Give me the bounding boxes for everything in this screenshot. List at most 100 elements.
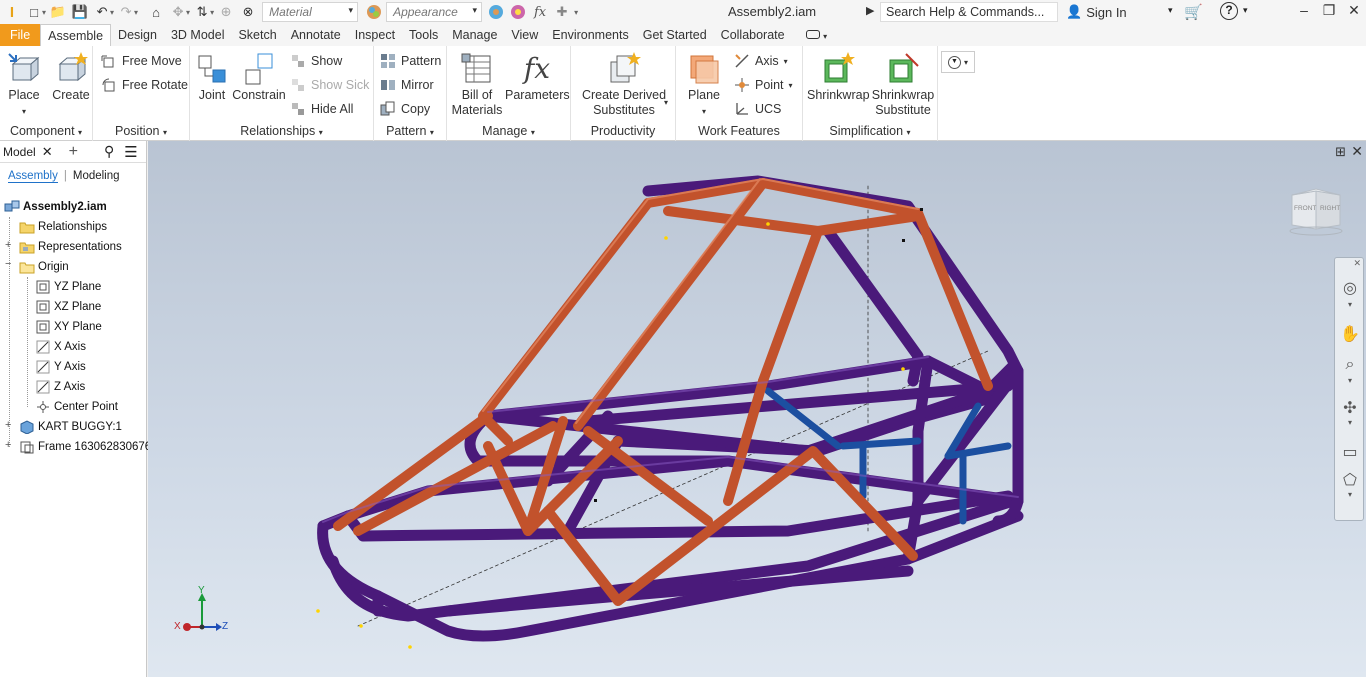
- panel-title-component[interactable]: Component ▾: [0, 124, 92, 138]
- restore-icon[interactable]: ❐: [1317, 2, 1341, 22]
- adjust-appearance-icon[interactable]: [508, 2, 528, 22]
- expand-plus-icon[interactable]: +: [5, 439, 15, 451]
- measure-icon[interactable]: ⊕: [216, 2, 236, 22]
- subtab-modeling[interactable]: Modeling: [73, 170, 120, 182]
- tree-item-x-axis[interactable]: X Axis: [35, 337, 86, 357]
- menu-icon[interactable]: ☰: [124, 143, 137, 161]
- tree-item-yz-plane[interactable]: YZ Plane: [35, 277, 101, 297]
- ucs-button[interactable]: UCS: [734, 99, 781, 119]
- tree-item-assembly-root[interactable]: Assembly2.iam: [4, 197, 107, 217]
- parameters-button[interactable]: fx Parameters: [505, 52, 570, 103]
- expand-plus-icon[interactable]: +: [5, 419, 15, 431]
- tab-inspect[interactable]: Inspect: [348, 24, 402, 46]
- panel-title-position[interactable]: Position ▾: [93, 124, 189, 138]
- productivity-dropdown-icon[interactable]: ▾: [664, 98, 668, 107]
- close-icon[interactable]: ✕: [1342, 2, 1366, 22]
- add-browser-tab-icon[interactable]: +: [69, 143, 78, 161]
- plus-icon[interactable]: ✚: [552, 2, 572, 22]
- tree-item-center-point[interactable]: Center Point: [35, 397, 118, 417]
- cart-icon[interactable]: 🛒: [1184, 3, 1203, 21]
- update-icon[interactable]: ⇅: [192, 2, 212, 22]
- plane-button[interactable]: Plane ▾: [684, 52, 724, 119]
- chevron-right-icon[interactable]: ▶: [866, 4, 874, 17]
- constrain-button[interactable]: Constrain: [232, 52, 286, 103]
- tree-item-xy-plane[interactable]: XY Plane: [35, 317, 102, 337]
- point-button[interactable]: Point ▾: [734, 75, 793, 95]
- show-button[interactable]: Show: [290, 51, 342, 71]
- minimize-icon[interactable]: –: [1292, 2, 1316, 22]
- tree-item-frame[interactable]: Frame 1630628306763: [19, 437, 158, 457]
- save-icon[interactable]: 💾: [70, 2, 90, 22]
- tab-file[interactable]: File: [0, 24, 41, 46]
- material-sphere-icon[interactable]: ⊗: [238, 2, 258, 22]
- tab-3d-model[interactable]: 3D Model: [164, 24, 232, 46]
- tab-view[interactable]: View: [504, 24, 545, 46]
- redo-dropdown-icon[interactable]: ▾: [134, 8, 138, 17]
- panel-title-simplification[interactable]: Simplification ▾: [803, 124, 937, 138]
- shrinkwrap-button[interactable]: Shrinkwrap: [807, 52, 870, 103]
- tree-item-relationships[interactable]: Relationships: [19, 217, 107, 237]
- new-dropdown-icon[interactable]: ▾: [42, 8, 46, 17]
- app-logo-icon[interactable]: I: [2, 2, 22, 22]
- fx-icon[interactable]: fx: [530, 2, 550, 22]
- new-file-icon[interactable]: □: [24, 2, 44, 22]
- tab-environments[interactable]: Environments: [545, 24, 635, 46]
- tab-tools[interactable]: Tools: [402, 24, 445, 46]
- home-icon[interactable]: ⌂: [146, 2, 166, 22]
- sign-in-button[interactable]: 👤 Sign In: [1066, 4, 1127, 20]
- expand-plus-icon[interactable]: +: [5, 239, 15, 251]
- panel-title-work-features[interactable]: Work Features: [676, 124, 802, 138]
- customize-dropdown-icon[interactable]: ▾: [574, 8, 578, 17]
- bill-of-materials-button[interactable]: Bill of Materials: [451, 52, 503, 118]
- free-move-button[interactable]: Free Move: [101, 51, 182, 71]
- help-dropdown-icon[interactable]: ▾: [1243, 5, 1248, 16]
- show-sick-button[interactable]: Show Sick: [290, 75, 369, 95]
- place-button[interactable]: Place ▾: [4, 52, 44, 119]
- joint-button[interactable]: Joint: [194, 52, 230, 103]
- panel-title-productivity[interactable]: Productivity: [571, 124, 675, 138]
- tab-assemble[interactable]: Assemble: [40, 24, 112, 46]
- tab-design[interactable]: Design: [111, 24, 164, 46]
- browser-title[interactable]: Model: [3, 145, 36, 159]
- tree-item-z-axis[interactable]: Z Axis: [35, 377, 85, 397]
- close-icon[interactable]: ✕: [42, 144, 53, 160]
- select-dropdown-icon[interactable]: ▾: [186, 8, 190, 17]
- appearance-combo[interactable]: Appearance ▾: [386, 2, 483, 22]
- tab-get-started[interactable]: Get Started: [636, 24, 714, 46]
- tree-item-y-axis[interactable]: Y Axis: [35, 357, 86, 377]
- appearance-sphere-icon[interactable]: [364, 2, 384, 22]
- undo-icon[interactable]: ↶: [92, 2, 112, 22]
- select-filter-icon[interactable]: ✥: [168, 2, 188, 22]
- tree-item-representations[interactable]: Representations: [19, 237, 122, 257]
- panel-title-pattern[interactable]: Pattern ▾: [374, 124, 446, 138]
- pattern-button[interactable]: Pattern: [380, 51, 441, 71]
- hide-all-button[interactable]: Hide All: [290, 99, 353, 119]
- panel-title-relationships[interactable]: Relationships ▾: [190, 124, 373, 138]
- tree-item-kart-buggy[interactable]: KART BUGGY:1: [19, 417, 122, 437]
- search-icon[interactable]: ⚲: [104, 143, 114, 160]
- create-derived-substitutes-button[interactable]: Create Derived Substitutes: [579, 52, 669, 118]
- create-button[interactable]: Create: [50, 52, 92, 103]
- redo-icon[interactable]: ↷: [116, 2, 136, 22]
- copy-button[interactable]: Copy: [380, 99, 430, 119]
- mirror-button[interactable]: Mirror: [380, 75, 434, 95]
- ribbon-options-button[interactable]: ▾: [792, 24, 835, 46]
- open-folder-icon[interactable]: 📁: [48, 2, 68, 22]
- update-dropdown-icon[interactable]: ▾: [210, 8, 214, 17]
- tab-manage[interactable]: Manage: [445, 24, 504, 46]
- undo-dropdown-icon[interactable]: ▾: [110, 8, 114, 17]
- axis-button[interactable]: Axis ▾: [734, 51, 788, 71]
- clear-appearance-icon[interactable]: [486, 2, 506, 22]
- collapse-minus-icon[interactable]: −: [5, 258, 15, 270]
- kart-buggy-frame-model[interactable]: [148, 141, 1366, 677]
- tab-annotate[interactable]: Annotate: [284, 24, 348, 46]
- material-combo[interactable]: Material ▾: [262, 2, 359, 22]
- graphics-viewport[interactable]: ⊞ ✕ FRONT RIGHT ✕ ◎ ▾ ✋ ⌕ ▾ ✣ ▾ ▭ ⬠ ▾ Y …: [148, 141, 1366, 677]
- subtab-assembly[interactable]: Assembly: [8, 170, 58, 183]
- tab-collaborate[interactable]: Collaborate: [714, 24, 792, 46]
- shrinkwrap-substitute-button[interactable]: Shrinkwrap Substitute: [871, 52, 935, 118]
- signin-dropdown-icon[interactable]: ▾: [1168, 5, 1173, 16]
- free-rotate-button[interactable]: Free Rotate: [101, 75, 188, 95]
- tab-sketch[interactable]: Sketch: [231, 24, 283, 46]
- tree-item-xz-plane[interactable]: XZ Plane: [35, 297, 101, 317]
